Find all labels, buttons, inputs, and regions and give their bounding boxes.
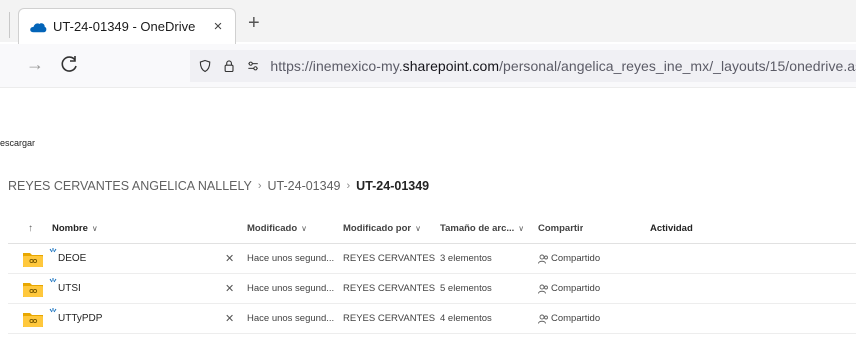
- column-header-name[interactable]: Nombre ∨: [52, 213, 98, 243]
- modified-cell: Hace unos segund...: [247, 283, 335, 294]
- reload-icon[interactable]: [60, 54, 80, 74]
- size-cell: 4 elementos: [440, 313, 492, 324]
- new-tab-button[interactable]: +: [248, 13, 260, 33]
- new-item-icon: [49, 248, 57, 253]
- chevron-down-icon: ∨: [301, 223, 307, 233]
- table-row[interactable]: UTSI ✕ Hace unos segund... REYES CERVANT…: [8, 274, 856, 304]
- modified-cell: Hace unos segund...: [247, 253, 335, 264]
- table-row[interactable]: UTTyPDP ✕ Hace unos segund... REYES CERV…: [8, 304, 856, 334]
- chevron-down-icon: ∨: [415, 223, 421, 233]
- column-header-size[interactable]: Tamaño de arc... ∨: [440, 213, 532, 243]
- column-header-modified-by[interactable]: Modificado por ∨: [343, 213, 436, 243]
- table-row[interactable]: DEOE ✕ Hace unos segund... REYES CERVANT…: [8, 244, 856, 274]
- pin-icon[interactable]: ✕: [225, 274, 234, 303]
- breadcrumb-current: UT-24-01349: [356, 179, 430, 193]
- modified-by-cell: REYES CERVANTES AN: [343, 283, 436, 294]
- breadcrumb-separator: ›: [346, 180, 351, 192]
- shield-icon[interactable]: [198, 57, 212, 75]
- shared-folder-icon: [23, 253, 43, 267]
- breadcrumb-item[interactable]: REYES CERVANTES ANGELICA NALLELY: [8, 179, 252, 193]
- new-item-icon: [49, 278, 57, 283]
- chevron-down-icon: ∨: [518, 223, 525, 233]
- people-icon: [538, 254, 548, 264]
- download-button[interactable]: escargar: [0, 138, 35, 148]
- url-suffix: /personal/angelica_reyes_ine_mx/_layouts…: [499, 58, 856, 74]
- onedrive-cloud-icon: [30, 22, 47, 32]
- url-domain: sharepoint.com: [402, 58, 500, 74]
- sharing-label: Compartido: [551, 253, 601, 264]
- column-header-label: Tamaño de arc...: [440, 222, 515, 234]
- tab-title: UT-24-01349 - OneDrive: [53, 19, 196, 34]
- column-header-activity[interactable]: Actividad: [650, 213, 693, 243]
- file-name-link[interactable]: UTSI: [58, 274, 81, 303]
- file-name-link[interactable]: DEOE: [58, 244, 86, 273]
- people-icon: [538, 284, 548, 294]
- column-header-label: Modificado por: [343, 222, 412, 234]
- size-cell: 5 elementos: [440, 283, 492, 294]
- column-header-modified[interactable]: Modificado ∨: [247, 213, 339, 243]
- chevron-down-icon: ∨: [91, 223, 98, 233]
- sharing-cell[interactable]: Compartido: [538, 274, 600, 303]
- size-cell: 3 elementos: [440, 253, 492, 264]
- pin-icon[interactable]: ✕: [225, 244, 234, 273]
- browser-tab-bar: UT-24-01349 - OneDrive × +: [0, 0, 856, 44]
- list-header-row: ↑ Nombre ∨ Modificado ∨ Modificado por ∨ Ta…: [8, 213, 856, 244]
- file-list: ↑ Nombre ∨ Modificado ∨ Modificado por ∨ Ta…: [8, 213, 856, 334]
- new-item-icon: [49, 308, 57, 313]
- column-header-label: Modificado: [247, 222, 298, 234]
- breadcrumb-item[interactable]: UT-24-01349: [268, 179, 341, 193]
- column-header-label: Nombre: [52, 222, 88, 234]
- breadcrumb: REYES CERVANTES ANGELICA NALLELY › UT-24…: [8, 179, 429, 193]
- url-prefix: https://inemexico-my.: [270, 58, 403, 74]
- sharing-label: Compartido: [551, 283, 601, 294]
- shared-folder-icon: [23, 313, 43, 327]
- address-bar[interactable]: https://inemexico-my.sharepoint.com/pers…: [190, 50, 856, 82]
- modified-cell: Hace unos segund...: [247, 313, 335, 324]
- file-name-link[interactable]: UTTyPDP: [58, 304, 102, 333]
- modified-by-cell: REYES CERVANTES AN: [343, 253, 436, 264]
- breadcrumb-separator: ›: [257, 180, 262, 192]
- people-icon: [538, 314, 548, 324]
- tab-divider: [9, 12, 10, 38]
- shared-folder-icon: [23, 283, 43, 297]
- column-header-sharing[interactable]: Compartir: [538, 213, 583, 243]
- sharing-cell[interactable]: Compartido: [538, 304, 600, 333]
- sharing-label: Compartido: [551, 313, 601, 324]
- sort-ascending-icon[interactable]: ↑: [28, 213, 33, 243]
- modified-by-cell: REYES CERVANTES AN: [343, 313, 436, 324]
- sharing-cell[interactable]: Compartido: [538, 244, 600, 273]
- url-text[interactable]: https://inemexico-my.sharepoint.com/pers…: [270, 58, 856, 74]
- lock-icon[interactable]: [222, 57, 236, 75]
- browser-nav-bar: → https://inemexico-my.sharepoint.com/pe…: [0, 44, 856, 88]
- browser-tab[interactable]: UT-24-01349 - OneDrive ×: [18, 8, 236, 44]
- forward-arrow-icon[interactable]: →: [26, 54, 44, 75]
- pin-icon[interactable]: ✕: [225, 304, 234, 333]
- permissions-icon[interactable]: [246, 57, 260, 75]
- tab-close-icon[interactable]: ×: [207, 18, 229, 35]
